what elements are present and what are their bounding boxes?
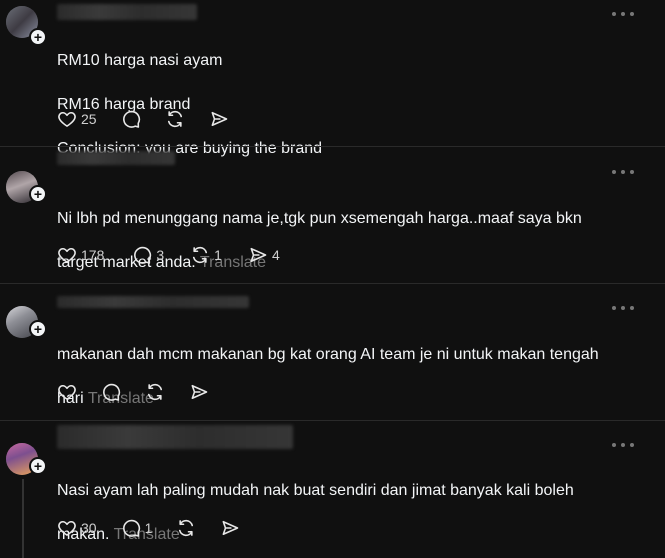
reply-button[interactable] — [101, 380, 121, 404]
like-button[interactable]: 178 — [57, 243, 104, 267]
comment-line: makanan dah mcm makanan bg kat orang AI … — [57, 346, 599, 363]
follow-plus-icon[interactable]: + — [29, 185, 47, 203]
comment-line: Ni lbh pd menunggang nama je,tgk pun xse… — [57, 210, 582, 227]
follow-plus-icon[interactable]: + — [29, 320, 47, 338]
share-button[interactable] — [189, 380, 209, 404]
repost-button[interactable]: 1 — [190, 243, 222, 267]
comment-line: Nasi ayam lah paling mudah nak buat send… — [57, 482, 574, 499]
share-button[interactable] — [220, 516, 240, 540]
like-button[interactable]: 25 — [57, 107, 97, 131]
action-bar: 178 3 1 4 — [57, 243, 280, 267]
follow-plus-icon[interactable]: + — [29, 457, 47, 475]
reply-count: 3 — [156, 247, 165, 263]
like-count: 178 — [81, 247, 105, 263]
comment-3: + makanan dah mcm makanan bg kat orang A… — [0, 284, 665, 420]
share-button[interactable]: 4 — [248, 243, 280, 267]
repost-arrows-icon — [179, 519, 194, 537]
more-dots-icon[interactable] — [612, 9, 634, 19]
send-icon — [222, 520, 239, 536]
send-icon — [211, 111, 227, 127]
comment-text: Ni lbh pd menunggang nama je,tgk pun xse… — [57, 186, 582, 296]
share-button[interactable] — [209, 107, 229, 131]
reply-button[interactable]: 3 — [132, 243, 164, 267]
heart-icon — [58, 384, 76, 400]
reply-button[interactable]: 1 — [121, 516, 153, 540]
send-icon — [191, 384, 208, 400]
speech-bubble-icon — [122, 110, 140, 128]
follow-plus-icon[interactable]: + — [29, 28, 47, 46]
comment-line: RM10 harga nasi ayam — [57, 52, 223, 69]
repost-arrows-icon — [167, 110, 182, 128]
action-bar: 30 1 — [57, 516, 240, 540]
repost-button[interactable] — [165, 107, 185, 131]
comment-1: + RM10 harga nasi ayam RM16 harga brand … — [0, 0, 665, 157]
repost-button[interactable] — [176, 516, 196, 540]
comment-text: Nasi ayam lah paling mudah nak buat send… — [57, 458, 574, 558]
comment-text: makanan dah mcm makanan bg kat orang AI … — [57, 322, 599, 432]
speech-bubble-icon — [122, 519, 140, 537]
action-bar — [57, 380, 209, 404]
share-count: 4 — [271, 247, 280, 263]
like-count: 30 — [81, 520, 97, 536]
like-button[interactable] — [57, 380, 77, 404]
comment-2: + Ni lbh pd menunggang nama je,tgk pun x… — [0, 147, 665, 283]
reply-button[interactable] — [121, 107, 141, 131]
thread-line — [22, 479, 24, 558]
heart-icon — [58, 111, 76, 127]
username[interactable] — [57, 151, 175, 165]
repost-button[interactable] — [145, 380, 165, 404]
repost-arrows-icon — [147, 383, 163, 401]
repost-count: 1 — [214, 247, 222, 263]
more-dots-icon[interactable] — [612, 167, 634, 177]
username[interactable] — [57, 425, 293, 449]
username[interactable] — [57, 296, 249, 308]
more-dots-icon[interactable] — [612, 303, 634, 313]
like-button[interactable]: 30 — [57, 516, 97, 540]
heart-icon — [58, 247, 76, 263]
send-icon — [250, 247, 267, 263]
reply-count: 1 — [144, 520, 153, 536]
repost-arrows-icon — [193, 246, 208, 264]
heart-icon — [58, 520, 76, 536]
action-bar: 25 — [57, 107, 229, 131]
speech-bubble-icon — [103, 383, 121, 401]
like-count: 25 — [81, 111, 97, 127]
comment-4: + Nasi ayam lah paling mudah nak buat se… — [0, 421, 665, 558]
more-dots-icon[interactable] — [612, 440, 634, 450]
username[interactable] — [57, 4, 197, 20]
speech-bubble-icon — [134, 246, 152, 264]
